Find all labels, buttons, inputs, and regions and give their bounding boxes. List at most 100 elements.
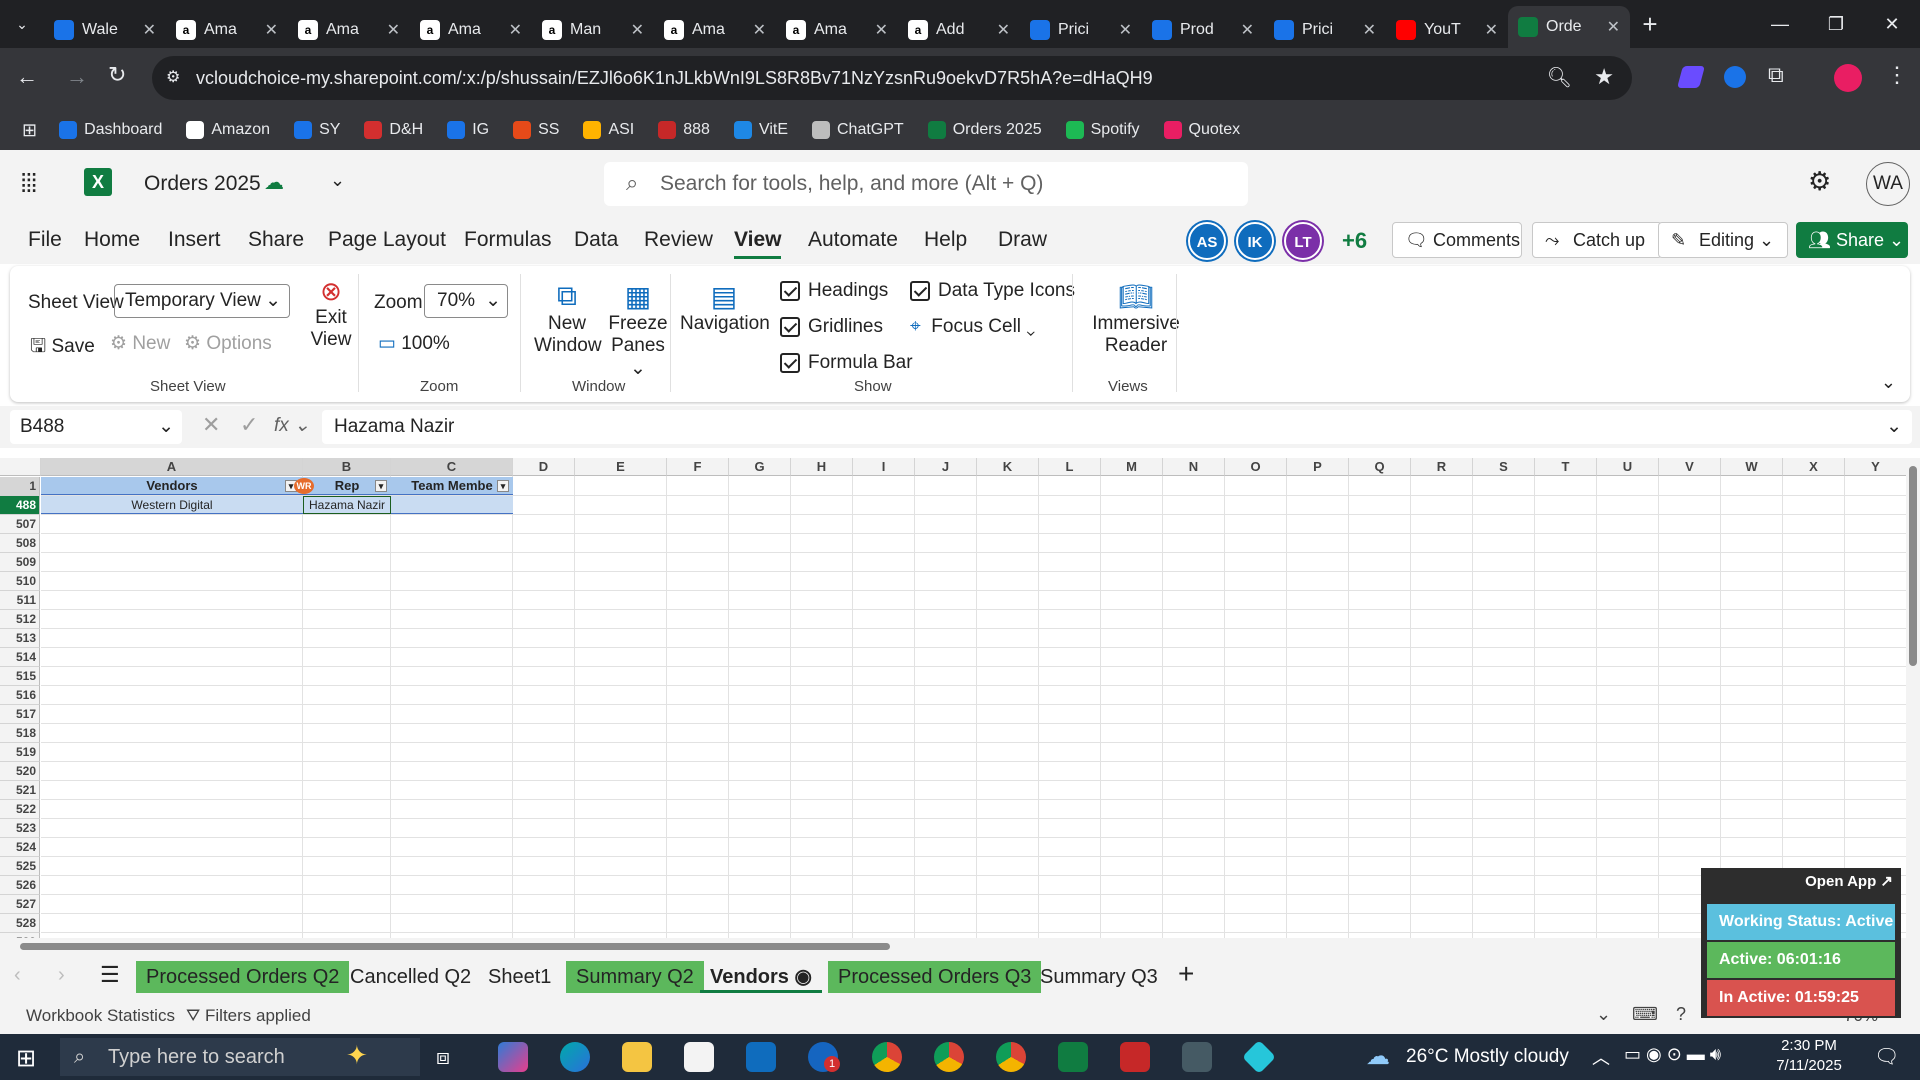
forward-icon[interactable]: → xyxy=(66,64,88,90)
column-header-H[interactable]: H xyxy=(791,458,853,476)
close-tab-icon[interactable]: ✕ xyxy=(997,20,1010,40)
browser-tab[interactable]: Prod ✕ xyxy=(1142,12,1264,48)
file-menu-chevron-icon[interactable]: ⌄ xyxy=(330,170,345,191)
row-header[interactable]: 507 xyxy=(0,515,40,534)
close-tab-icon[interactable]: ✕ xyxy=(265,20,278,40)
close-tab-icon[interactable]: ✕ xyxy=(1363,20,1376,40)
search-box[interactable]: ⌕ Search for tools, help, and more (Alt … xyxy=(604,162,1248,206)
address-bar[interactable]: ⚙ vcloudchoice-my.sharepoint.com/:x:/p/s… xyxy=(152,56,1632,100)
column-header-F[interactable]: F xyxy=(667,458,729,476)
row-header[interactable]: 522 xyxy=(0,800,40,819)
bookmark-star-icon[interactable]: ★ xyxy=(1594,64,1614,90)
bookmark-item[interactable]: Amazon xyxy=(186,121,270,139)
options-button[interactable]: ⚙ Options xyxy=(184,332,272,355)
new-window-button[interactable]: ⧉ New Window xyxy=(534,280,602,357)
column-header-C[interactable]: C xyxy=(391,458,513,476)
close-tab-icon[interactable]: ✕ xyxy=(387,20,400,40)
column-header-I[interactable]: I xyxy=(853,458,915,476)
column-header-N[interactable]: N xyxy=(1163,458,1225,476)
open-app-link[interactable]: Open App ↗ xyxy=(1805,872,1893,890)
share-button[interactable]: 👥︎ Share ⌄ xyxy=(1796,222,1908,258)
column-header-Y[interactable]: Y xyxy=(1845,458,1907,476)
formula-input[interactable]: Hazama Nazir ⌄ xyxy=(322,410,1912,444)
row-header[interactable]: 509 xyxy=(0,553,40,572)
edge-icon[interactable] xyxy=(560,1042,590,1072)
keyboard-icon[interactable]: ⌨ xyxy=(1632,1004,1658,1025)
data-type-icons-checkbox[interactable]: Data Type Icons xyxy=(910,280,1075,302)
row-header[interactable]: 520 xyxy=(0,762,40,781)
copilot-sparkle-icon[interactable]: ✦ xyxy=(346,1040,368,1071)
insert-function-icon[interactable]: fx ⌄ xyxy=(274,414,310,437)
bookmark-item[interactable]: Orders 2025 xyxy=(927,121,1042,139)
browser-tab[interactable]: Prici ✕ xyxy=(1264,12,1386,48)
row-header[interactable]: 488 xyxy=(0,496,40,515)
catch-up-button[interactable]: ⤳ Catch up xyxy=(1532,222,1662,258)
ribbon-expand-chevron-icon[interactable]: ⌄ xyxy=(1881,372,1896,393)
column-header-G[interactable]: G xyxy=(729,458,791,476)
ribbon-tab-automate[interactable]: Automate xyxy=(808,228,898,252)
browser-tab[interactable]: a Ama ✕ xyxy=(776,12,898,48)
ribbon-tab-file[interactable]: File xyxy=(28,228,62,252)
new-view-button[interactable]: ⚙ New xyxy=(110,332,170,355)
notifications-icon[interactable]: 🗨︎ xyxy=(1874,1044,1899,1069)
sheet-tab[interactable]: Sheet1 xyxy=(478,961,561,993)
chrome-icon[interactable] xyxy=(996,1042,1026,1072)
browser-tab[interactable]: a Man ✕ xyxy=(532,12,654,48)
cell-C1[interactable]: Team Membe ▾ xyxy=(391,477,513,495)
row-header[interactable]: 518 xyxy=(0,724,40,743)
ribbon-tab-formulas[interactable]: Formulas xyxy=(464,228,552,252)
column-header-P[interactable]: P xyxy=(1287,458,1349,476)
new-tab-icon[interactable]: + xyxy=(1630,9,1670,40)
close-tab-icon[interactable]: ✕ xyxy=(1241,20,1254,40)
headings-checkbox[interactable]: Headings xyxy=(780,280,888,302)
more-collaborators[interactable]: +6 xyxy=(1342,228,1367,254)
sheet-view-select[interactable]: Temporary View ⌄ xyxy=(114,284,290,318)
confirm-entry-icon[interactable]: ✓ xyxy=(240,412,258,438)
bookmark-item[interactable]: 888 xyxy=(658,121,710,139)
microsoft-store-icon[interactable] xyxy=(684,1042,714,1072)
close-window-icon[interactable]: ✕ xyxy=(1864,14,1920,35)
file-name[interactable]: Orders 2025 xyxy=(144,172,261,196)
filezilla-icon[interactable] xyxy=(1120,1042,1150,1072)
vertical-scrollbar[interactable] xyxy=(1906,458,1920,938)
focus-cell-button[interactable]: ⌖ Focus Cell ⌄ xyxy=(910,316,1035,338)
formula-bar-checkbox[interactable]: Formula Bar xyxy=(780,352,913,374)
apps-grid-icon[interactable]: ⊞ xyxy=(22,120,37,141)
filter-dropdown-icon[interactable]: ▾ xyxy=(497,480,509,492)
name-box[interactable]: B488 ⌄ xyxy=(10,410,182,444)
column-header-U[interactable]: U xyxy=(1597,458,1659,476)
browser-tab[interactable]: a Ama ✕ xyxy=(410,12,532,48)
profile-avatar[interactable] xyxy=(1834,64,1862,92)
prev-sheet-icon[interactable]: ‹ xyxy=(14,964,21,987)
collaborator-avatar[interactable]: LT xyxy=(1284,222,1322,260)
app-launcher-icon[interactable]: ⁞⁞⁞ xyxy=(20,168,38,199)
site-info-icon[interactable]: ⚙ xyxy=(166,67,180,87)
ribbon-tab-page-layout[interactable]: Page Layout xyxy=(328,228,446,252)
row-header[interactable]: 519 xyxy=(0,743,40,762)
sheet-tab[interactable]: Vendors ◉ xyxy=(700,961,822,993)
chrome-icon[interactable] xyxy=(934,1042,964,1072)
navigation-button[interactable]: ▤ Navigation xyxy=(680,280,770,335)
column-header-J[interactable]: J xyxy=(915,458,977,476)
file-explorer-icon[interactable] xyxy=(622,1042,652,1072)
row-header[interactable]: 511 xyxy=(0,591,40,610)
row-header[interactable]: 513 xyxy=(0,629,40,648)
ribbon-tab-help[interactable]: Help xyxy=(924,228,967,252)
cell-B1[interactable]: Rep ▾ xyxy=(303,477,391,495)
bookmark-item[interactable]: Quotex xyxy=(1163,121,1240,139)
chrome-icon[interactable] xyxy=(872,1042,902,1072)
row-header[interactable]: 523 xyxy=(0,819,40,838)
cell-C488[interactable] xyxy=(391,496,513,514)
row-header[interactable]: 515 xyxy=(0,667,40,686)
zoom-icon[interactable]: 🔍︎ xyxy=(1547,65,1572,90)
weather-icon[interactable]: ☁ xyxy=(1366,1042,1390,1071)
cell-A488[interactable]: Western Digital xyxy=(41,496,303,514)
browser-tab[interactable]: Prici ✕ xyxy=(1020,12,1142,48)
row-header[interactable]: 508 xyxy=(0,534,40,553)
bookmark-item[interactable]: IG xyxy=(447,121,489,139)
bookmark-item[interactable]: Spotify xyxy=(1065,121,1140,139)
column-header-X[interactable]: X xyxy=(1783,458,1845,476)
row-header[interactable]: 524 xyxy=(0,838,40,857)
extensions-puzzle-icon[interactable]: ⧉ xyxy=(1768,62,1784,88)
row-header[interactable]: 516 xyxy=(0,686,40,705)
